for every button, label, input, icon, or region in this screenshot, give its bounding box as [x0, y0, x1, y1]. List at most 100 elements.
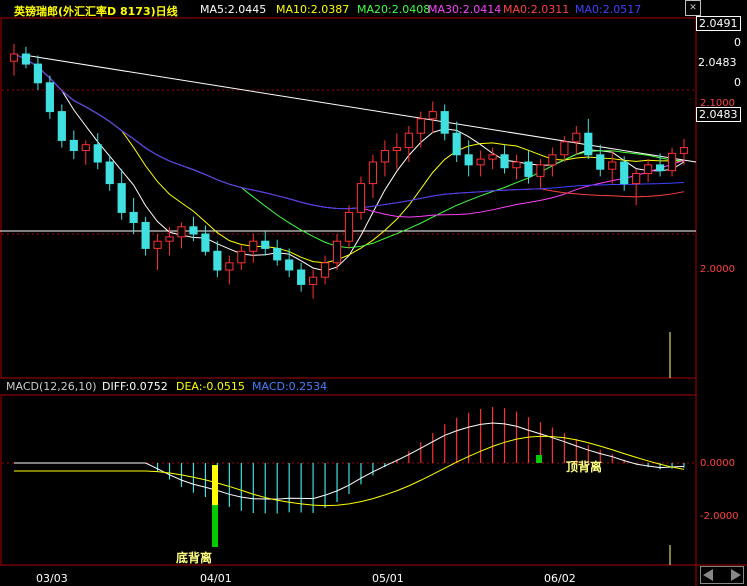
candle	[380, 140, 389, 177]
candle-body	[69, 139, 78, 151]
candle-body	[368, 161, 378, 185]
candle	[213, 241, 222, 278]
candle-body	[440, 111, 449, 134]
candle-body	[225, 262, 234, 271]
candle	[57, 104, 66, 148]
candle-body	[213, 250, 222, 271]
candle-body	[572, 132, 581, 143]
candle	[584, 118, 593, 160]
candle	[608, 150, 617, 184]
candle-body	[524, 161, 533, 177]
candle-body	[500, 154, 509, 169]
candle-body	[380, 149, 389, 163]
candle	[667, 147, 677, 177]
candle-body	[33, 63, 43, 84]
candle-body	[655, 164, 665, 172]
candle-body	[620, 161, 629, 185]
candle	[500, 144, 509, 174]
candle-body	[93, 144, 102, 163]
candle	[392, 133, 401, 170]
candle	[368, 154, 378, 198]
candle	[9, 43, 19, 76]
candle	[105, 154, 114, 191]
candle-body	[560, 141, 569, 156]
candle	[428, 101, 437, 134]
price-label-zero-b: 0	[734, 76, 741, 89]
candle	[309, 270, 318, 299]
macd-panel	[2, 407, 696, 547]
price-tick-20000: 2.0000	[700, 264, 735, 275]
macd-dea: DEA:-0.0515	[176, 380, 245, 393]
candle	[620, 156, 629, 191]
navigation-arrows[interactable]	[700, 566, 744, 584]
candle-body	[392, 147, 401, 151]
ma0-blue-line	[13, 53, 685, 210]
kline-chart[interactable]	[0, 0, 747, 586]
divergence-bar-green	[212, 505, 218, 547]
macd-value: MACD:0.2534	[252, 380, 328, 393]
macd-axis-zero: 0.0000	[700, 458, 735, 469]
candle-body	[9, 53, 19, 62]
chart-frame	[0, 17, 747, 586]
candle-body	[452, 132, 461, 156]
candle	[476, 150, 485, 177]
macd-header: MACD(12,26,10) DIFF:0.0752 DEA:-0.0515 M…	[6, 380, 696, 394]
candle	[153, 234, 162, 270]
candle	[33, 55, 43, 90]
candle	[81, 140, 90, 165]
candle-body	[464, 154, 473, 166]
candle-body	[667, 152, 677, 172]
candle-body	[679, 147, 689, 154]
macd-axis-neg: -2.0000	[700, 511, 739, 522]
candle-body	[45, 82, 54, 113]
candle-body	[644, 164, 653, 175]
candle	[644, 159, 653, 183]
candle	[320, 255, 330, 285]
candle	[117, 169, 126, 220]
trend-lines	[23, 54, 697, 163]
top-divergence-label: 顶背离	[566, 460, 603, 474]
candle-body	[105, 161, 114, 185]
candle	[129, 198, 138, 234]
divergence-bar-small	[536, 455, 542, 463]
macd-diff: DIFF:0.0752	[102, 380, 168, 393]
candle	[452, 121, 461, 162]
candle	[273, 239, 282, 266]
candles	[9, 43, 689, 299]
divergence-bar-yellow	[212, 465, 218, 505]
resistance-trend-line	[23, 54, 697, 163]
candle-body	[309, 276, 318, 285]
candle-body	[141, 221, 150, 249]
candle-body	[273, 247, 282, 261]
price-label-current: 2.0491	[696, 16, 741, 31]
candle-body	[21, 53, 31, 65]
price-label-3: 2.0483	[696, 107, 741, 122]
candle	[488, 147, 497, 170]
price-label-zero-a: 0	[734, 36, 741, 49]
candle	[344, 205, 354, 249]
candle-body	[596, 154, 605, 170]
date-label-4: 06/02	[544, 572, 576, 585]
candle	[201, 225, 210, 256]
candle	[548, 147, 557, 177]
candle-body	[177, 226, 186, 238]
candle-body	[608, 161, 617, 170]
candle-body	[356, 183, 366, 213]
candle	[440, 104, 449, 141]
candle-body	[165, 236, 174, 242]
candle	[536, 159, 545, 188]
candle-body	[249, 240, 258, 252]
candle-body	[285, 259, 294, 271]
macd-label: MACD(12,26,10)	[6, 380, 97, 393]
candle-body	[297, 269, 306, 285]
candle-body	[201, 233, 210, 252]
candle	[404, 126, 413, 162]
candle-body	[548, 154, 557, 166]
ma30-line	[13, 53, 685, 218]
date-label-2: 04/01	[200, 572, 232, 585]
candle	[249, 234, 258, 263]
candle	[177, 222, 186, 249]
price-panel-border	[0, 17, 697, 379]
candle	[69, 130, 78, 160]
candle	[512, 154, 521, 180]
